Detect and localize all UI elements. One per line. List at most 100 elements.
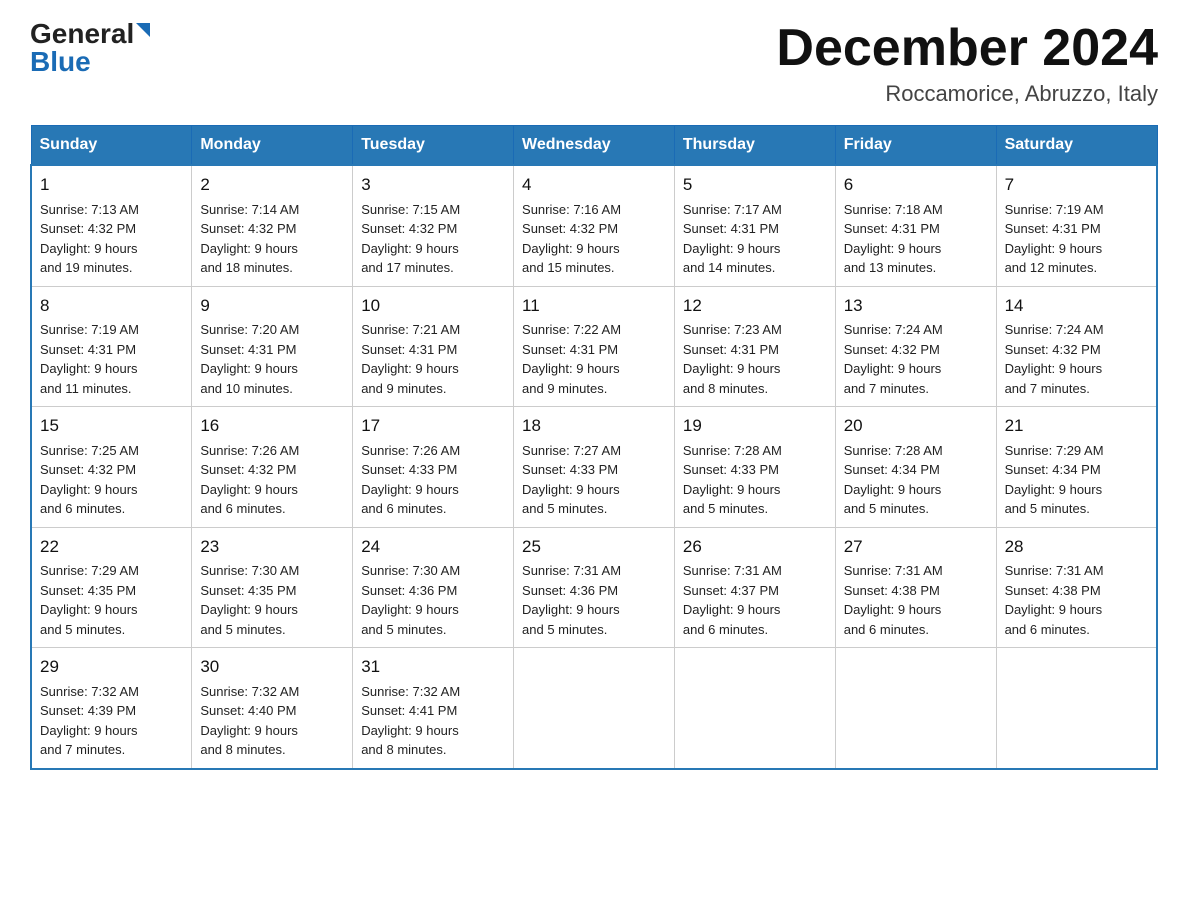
sunset-label: Sunset: 4:38 PM (1005, 583, 1101, 598)
sunrise-label: Sunrise: 7:30 AM (361, 563, 460, 578)
daylight-minutes: and 17 minutes. (361, 260, 454, 275)
sunset-label: Sunset: 4:33 PM (361, 462, 457, 477)
sunset-label: Sunset: 4:31 PM (683, 221, 779, 236)
sunset-label: Sunset: 4:31 PM (361, 342, 457, 357)
logo-arrow-icon (136, 23, 150, 37)
calendar-cell: 27Sunrise: 7:31 AMSunset: 4:38 PMDayligh… (835, 527, 996, 648)
calendar-header-row: Sunday Monday Tuesday Wednesday Thursday… (31, 126, 1157, 166)
daylight-minutes: and 5 minutes. (200, 622, 285, 637)
sunrise-label: Sunrise: 7:26 AM (361, 443, 460, 458)
sunset-label: Sunset: 4:31 PM (683, 342, 779, 357)
calendar-week-row: 15 Sunrise: 7:25 AM Sunset: 4:32 PM Dayligh… (31, 407, 1157, 528)
day-number: 18 (522, 413, 666, 439)
sunset-label: Sunset: 4:31 PM (200, 342, 296, 357)
calendar-cell: 24Sunrise: 7:30 AMSunset: 4:36 PMDayligh… (353, 527, 514, 648)
calendar-cell: 5Sunrise: 7:17 AMSunset: 4:31 PMDaylight… (674, 165, 835, 286)
calendar-cell: 20Sunrise: 7:28 AMSunset: 4:34 PMDayligh… (835, 407, 996, 528)
calendar-cell (996, 648, 1157, 769)
sunset-label: Sunset: 4:32 PM (200, 221, 296, 236)
calendar-cell: 12 Sunrise: 7:23 AM Sunset: 4:31 PM Dayligh… (674, 286, 835, 407)
page-header: General Blue December 2024 Roccamorice, … (30, 20, 1158, 107)
daylight-label: Daylight: 9 hours (40, 723, 138, 738)
daylight-minutes: and 6 minutes. (200, 501, 285, 516)
day-number: 15 (40, 413, 183, 439)
sunset-label: Sunset: 4:34 PM (1005, 462, 1101, 477)
calendar-cell: 22Sunrise: 7:29 AMSunset: 4:35 PMDayligh… (31, 527, 192, 648)
daylight-minutes: and 19 minutes. (40, 260, 133, 275)
daylight-label: Daylight: 9 hours (683, 361, 781, 376)
daylight-minutes: and 7 minutes. (844, 381, 929, 396)
daylight-label: Daylight: 9 hours (844, 241, 942, 256)
daylight-label: Daylight: 9 hours (683, 482, 781, 497)
sunrise-label: Sunrise: 7:25 AM (40, 443, 139, 458)
sunrise-label: Sunrise: 7:17 AM (683, 202, 782, 217)
day-number: 12 (683, 293, 827, 319)
sunrise-label: Sunrise: 7:23 AM (683, 322, 782, 337)
day-number: 7 (1005, 172, 1148, 198)
day-number: 8 (40, 293, 183, 319)
sunset-label: Sunset: 4:32 PM (40, 462, 136, 477)
daylight-label: Daylight: 9 hours (522, 361, 620, 376)
location-title: Roccamorice, Abruzzo, Italy (776, 81, 1158, 107)
daylight-label: Daylight: 9 hours (361, 361, 459, 376)
daylight-label: Daylight: 9 hours (361, 482, 459, 497)
sunrise-label: Sunrise: 7:28 AM (844, 443, 943, 458)
daylight-minutes: and 5 minutes. (522, 501, 607, 516)
sunrise-label: Sunrise: 7:14 AM (200, 202, 299, 217)
daylight-minutes: and 6 minutes. (40, 501, 125, 516)
calendar-cell: 17Sunrise: 7:26 AMSunset: 4:33 PMDayligh… (353, 407, 514, 528)
calendar-cell (514, 648, 675, 769)
daylight-minutes: and 15 minutes. (522, 260, 615, 275)
day-number: 10 (361, 293, 505, 319)
logo: General Blue (30, 20, 150, 76)
calendar-cell: 19Sunrise: 7:28 AMSunset: 4:33 PMDayligh… (674, 407, 835, 528)
sunrise-label: Sunrise: 7:19 AM (1005, 202, 1104, 217)
logo-blue: Blue (30, 48, 91, 76)
daylight-minutes: and 6 minutes. (844, 622, 929, 637)
daylight-label: Daylight: 9 hours (522, 602, 620, 617)
sunset-label: Sunset: 4:34 PM (844, 462, 940, 477)
day-number: 27 (844, 534, 988, 560)
calendar-cell: 26Sunrise: 7:31 AMSunset: 4:37 PMDayligh… (674, 527, 835, 648)
sunrise-label: Sunrise: 7:19 AM (40, 322, 139, 337)
sunrise-label: Sunrise: 7:22 AM (522, 322, 621, 337)
day-number: 13 (844, 293, 988, 319)
daylight-label: Daylight: 9 hours (361, 241, 459, 256)
sunrise-label: Sunrise: 7:31 AM (1005, 563, 1104, 578)
calendar-cell: 8Sunrise: 7:19 AMSunset: 4:31 PMDaylight… (31, 286, 192, 407)
calendar-cell: 7Sunrise: 7:19 AMSunset: 4:31 PMDaylight… (996, 165, 1157, 286)
daylight-label: Daylight: 9 hours (683, 602, 781, 617)
col-monday: Monday (192, 126, 353, 166)
sunset-label: Sunset: 4:35 PM (200, 583, 296, 598)
daylight-minutes: and 6 minutes. (1005, 622, 1090, 637)
sunrise-label: Sunrise: 7:32 AM (200, 684, 299, 699)
sunrise-label: Sunrise: 7:30 AM (200, 563, 299, 578)
day-number: 25 (522, 534, 666, 560)
day-number: 28 (1005, 534, 1148, 560)
calendar-cell: 14Sunrise: 7:24 AMSunset: 4:32 PMDayligh… (996, 286, 1157, 407)
day-number: 16 (200, 413, 344, 439)
sunrise-label: Sunrise: 7:21 AM (361, 322, 460, 337)
calendar-cell: 23Sunrise: 7:30 AMSunset: 4:35 PMDayligh… (192, 527, 353, 648)
calendar-week-row: 1Sunrise: 7:13 AMSunset: 4:32 PMDaylight… (31, 165, 1157, 286)
sunset-label: Sunset: 4:40 PM (200, 703, 296, 718)
calendar-cell: 11Sunrise: 7:22 AMSunset: 4:31 PMDayligh… (514, 286, 675, 407)
daylight-label: Daylight: 9 hours (844, 361, 942, 376)
daylight-label: Daylight: 9 hours (844, 602, 942, 617)
sunrise-label: Sunrise: 7:28 AM (683, 443, 782, 458)
daylight-minutes: and 7 minutes. (1005, 381, 1090, 396)
calendar-cell: 9Sunrise: 7:20 AMSunset: 4:31 PMDaylight… (192, 286, 353, 407)
col-friday: Friday (835, 126, 996, 166)
daylight-minutes: and 13 minutes. (844, 260, 937, 275)
day-number: 4 (522, 172, 666, 198)
sunset-label: Sunset: 4:36 PM (361, 583, 457, 598)
col-wednesday: Wednesday (514, 126, 675, 166)
sunset-label: Sunset: 4:36 PM (522, 583, 618, 598)
sunrise-label: Sunrise: 7:31 AM (683, 563, 782, 578)
col-tuesday: Tuesday (353, 126, 514, 166)
sunset-label: Sunset: 4:31 PM (844, 221, 940, 236)
calendar-cell: 13Sunrise: 7:24 AMSunset: 4:32 PMDayligh… (835, 286, 996, 407)
calendar-week-row: 8 Sunrise: 7:19 AM Sunset: 4:31 PM Daylight… (31, 286, 1157, 407)
daylight-minutes: and 5 minutes. (844, 501, 929, 516)
daylight-label: Daylight: 9 hours (40, 241, 138, 256)
